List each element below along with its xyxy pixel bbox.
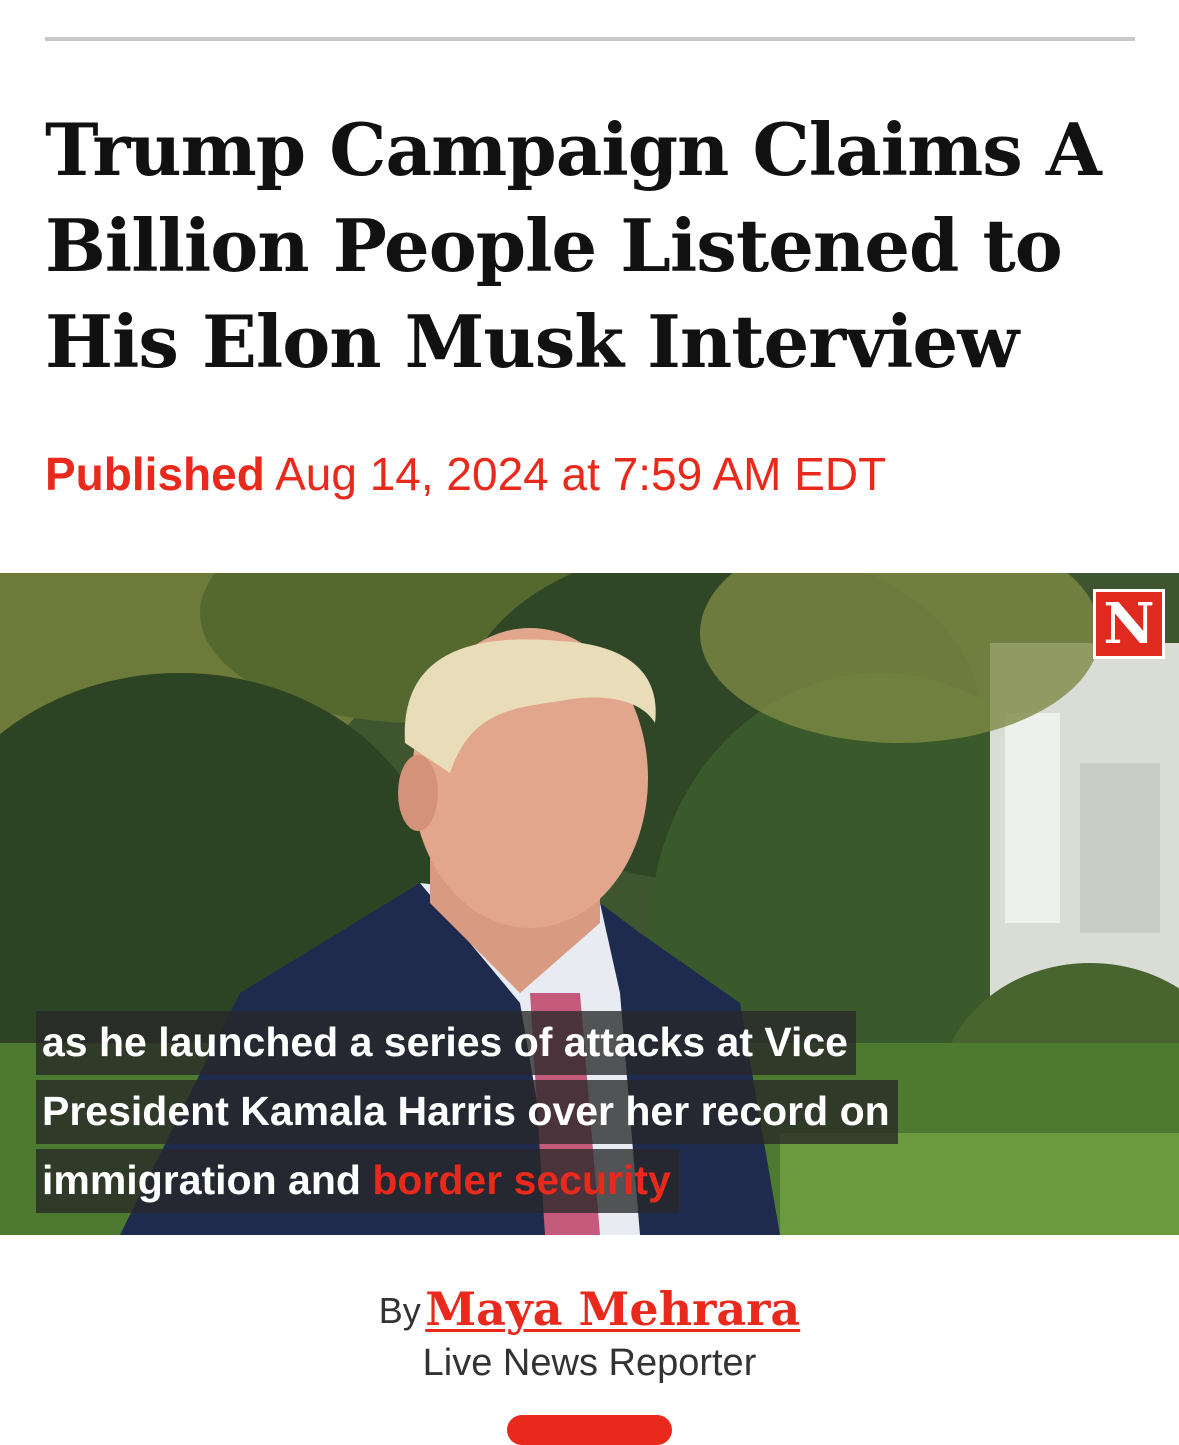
article-headline: Trump Campaign Claims A Billion People L…	[45, 107, 1102, 384]
published-label: Published	[45, 448, 265, 500]
caption-line: immigration and border security	[36, 1149, 679, 1213]
caption-highlight: border security	[372, 1157, 671, 1203]
byline: By Maya Mehrara	[0, 1282, 1179, 1336]
follow-button[interactable]	[507, 1415, 672, 1445]
caption-line: President Kamala Harris over her record …	[36, 1080, 898, 1144]
newsweek-logo: N	[1093, 589, 1165, 659]
hero-video[interactable]: N as he launched a series of attacks at …	[0, 573, 1179, 1235]
caption-text: immigration and	[42, 1157, 361, 1203]
video-captions: as he launched a series of attacks at Vi…	[36, 1011, 898, 1218]
byline-prefix: By	[378, 1290, 421, 1331]
caption-line: as he launched a series of attacks at Vi…	[36, 1011, 856, 1075]
published-date: Aug 14, 2024 at 7:59 AM EDT	[275, 448, 887, 500]
header-divider	[45, 37, 1135, 41]
publish-info: Published Aug 14, 2024 at 7:59 AM EDT	[45, 446, 886, 502]
author-role: Live News Reporter	[422, 1342, 757, 1384]
author-link[interactable]: Maya Mehrara	[425, 1282, 800, 1336]
